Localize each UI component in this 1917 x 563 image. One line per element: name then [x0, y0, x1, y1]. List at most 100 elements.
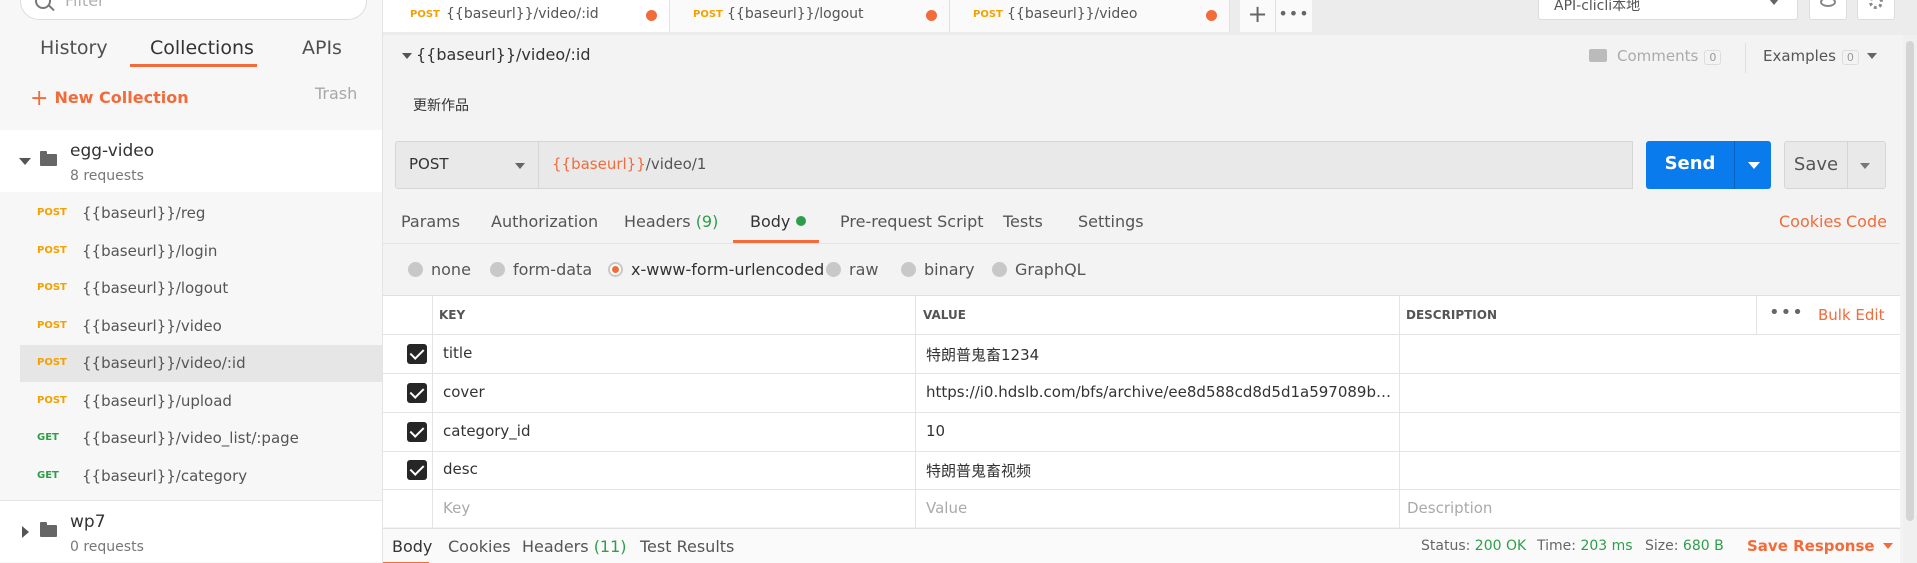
param-value[interactable]: 10 [926, 422, 1391, 440]
row-checkbox[interactable] [407, 383, 427, 403]
divider [1745, 43, 1746, 73]
sidebar-request[interactable]: POST {{baseurl}}/reg [20, 195, 382, 232]
scrollbar-thumb[interactable] [1906, 41, 1914, 521]
row-checkbox[interactable] [407, 344, 427, 364]
chevron-down-icon[interactable] [19, 158, 31, 165]
sidebar-request[interactable]: POST {{baseurl}}/login [20, 233, 382, 270]
tab-history[interactable]: History [40, 37, 108, 59]
tab-pre-request-script[interactable]: Pre-request Script [840, 212, 984, 231]
tab-tests[interactable]: Tests [1003, 212, 1043, 231]
body-mode-binary[interactable]: binary [901, 260, 975, 279]
new-collection-button[interactable]: + New Collection [30, 84, 189, 111]
new-value-input[interactable]: Value [926, 499, 967, 517]
sidebar-request[interactable]: GET {{baseurl}}/category [20, 458, 382, 495]
gear-icon [1869, 0, 1883, 9]
new-collection-label: New Collection [54, 88, 189, 107]
response-tab-cookies[interactable]: Cookies [448, 537, 511, 556]
manage-environments-button[interactable] [1857, 0, 1895, 20]
body-mode-raw[interactable]: raw [826, 260, 878, 279]
sidebar-request[interactable]: POST {{baseurl}}/video [20, 308, 382, 345]
table-more-button[interactable]: ••• [1769, 302, 1804, 323]
method-badge: POST [973, 9, 1003, 20]
url-variable: {{baseurl}} [552, 155, 646, 173]
search-input[interactable]: Filter [20, 0, 367, 20]
param-key[interactable]: category_id [443, 422, 903, 440]
code-link[interactable]: Code [1846, 212, 1887, 231]
tab-title: {{baseurl}}/video/:id [446, 6, 599, 22]
body-mode-urlencoded[interactable]: x-www-form-urlencoded [608, 260, 824, 279]
param-key[interactable]: cover [443, 383, 903, 401]
tab-headers[interactable]: Headers (9) [624, 212, 718, 231]
comments-button[interactable]: Comments 0 [1589, 47, 1722, 65]
trash-button[interactable]: Trash [315, 84, 357, 103]
url-path: /video/1 [645, 155, 707, 173]
body-mode-none[interactable]: none [408, 260, 471, 279]
sidebar-request-active[interactable]: POST {{baseurl}}/video/:id [20, 345, 382, 382]
unsaved-dot-icon [926, 10, 937, 21]
request-path: {{baseurl}}/reg [82, 204, 206, 222]
column-header-description: DESCRIPTION [1406, 308, 1498, 322]
sidebar-request[interactable]: POST {{baseurl}}/upload [20, 383, 382, 420]
send-button[interactable]: Send [1646, 141, 1771, 189]
row-checkbox[interactable] [407, 422, 427, 442]
method-badge: POST [37, 282, 67, 293]
tab-params[interactable]: Params [401, 212, 460, 231]
request-tab[interactable]: POST {{baseurl}}/logout [670, 0, 950, 32]
collection-count: 8 requests [70, 168, 144, 184]
param-value[interactable]: 特朗普鬼畜1234 [926, 344, 1391, 365]
param-value[interactable]: 特朗普鬼畜视频 [926, 460, 1391, 481]
tab-apis[interactable]: APIs [302, 37, 342, 59]
request-tab-active[interactable]: POST {{baseurl}}/video/:id [383, 0, 670, 32]
cookies-link[interactable]: Cookies [1779, 212, 1842, 231]
param-value[interactable]: https://i0.hdslb.com/bfs/archive/ee8d588… [926, 383, 1391, 401]
comment-icon [1589, 49, 1607, 62]
row-checkbox[interactable] [407, 460, 427, 480]
param-key[interactable]: title [443, 344, 903, 362]
divider [383, 412, 1900, 413]
param-key[interactable]: desc [443, 460, 903, 478]
environment-select[interactable]: API-clicli本地 [1538, 0, 1798, 20]
response-tab-body[interactable]: Body [392, 537, 432, 556]
body-mode-form-data[interactable]: form-data [490, 260, 592, 279]
collection-name: wp7 [70, 512, 106, 532]
sidebar-request[interactable]: GET {{baseurl}}/video_list/:page [20, 420, 382, 457]
radio-selected-icon [608, 262, 623, 277]
sidebar-request[interactable]: POST {{baseurl}}/logout [20, 270, 382, 307]
request-tab[interactable]: POST {{baseurl}}/video [950, 0, 1230, 32]
collection-egg-video[interactable]: egg-video 8 requests [0, 130, 382, 192]
save-response-button[interactable]: Save Response [1747, 537, 1893, 555]
tab-collections[interactable]: Collections [150, 37, 254, 59]
chevron-down-icon[interactable] [1860, 163, 1870, 169]
new-description-input[interactable]: Description [1407, 499, 1492, 517]
save-button[interactable]: Save [1784, 141, 1886, 189]
environment-value: API-clicli本地 [1554, 0, 1641, 14]
search-placeholder: Filter [65, 0, 105, 10]
tab-more-button[interactable]: ••• [1276, 0, 1312, 32]
params-table: KEY VALUE DESCRIPTION ••• Bulk Edit titl… [383, 295, 1900, 528]
response-tab-test-results[interactable]: Test Results [640, 537, 734, 556]
tab-title: {{baseurl}}/video [1007, 6, 1138, 22]
tab-settings[interactable]: Settings [1078, 212, 1144, 231]
body-mode-graphql[interactable]: GraphQL [992, 260, 1086, 279]
chevron-down-icon[interactable] [1748, 162, 1760, 169]
new-tab-button[interactable]: + [1240, 0, 1276, 32]
chevron-down-icon[interactable] [402, 53, 412, 59]
headers-label: Headers [522, 537, 589, 556]
response-tab-headers[interactable]: Headers (11) [522, 537, 627, 556]
eye-icon [1820, 0, 1836, 7]
mode-label: GraphQL [1015, 260, 1086, 279]
new-key-input[interactable]: Key [443, 499, 470, 517]
examples-button[interactable]: Examples 0 [1763, 47, 1877, 65]
method-select[interactable]: POST [395, 141, 539, 189]
request-description[interactable]: 更新作品 [413, 95, 469, 115]
url-input[interactable]: {{baseurl}}/video/1 [539, 141, 1633, 189]
bulk-edit-link[interactable]: Bulk Edit [1818, 306, 1884, 324]
active-tab-indicator [130, 64, 257, 67]
tab-body[interactable]: Body [750, 212, 807, 231]
scrollbar[interactable] [1903, 35, 1917, 563]
examples-count: 0 [1841, 50, 1859, 65]
chevron-right-icon[interactable] [22, 526, 29, 538]
tab-authorization[interactable]: Authorization [491, 212, 598, 231]
collection-wp7[interactable]: wp7 0 requests [0, 500, 382, 562]
environment-quick-look-button[interactable] [1809, 0, 1847, 20]
